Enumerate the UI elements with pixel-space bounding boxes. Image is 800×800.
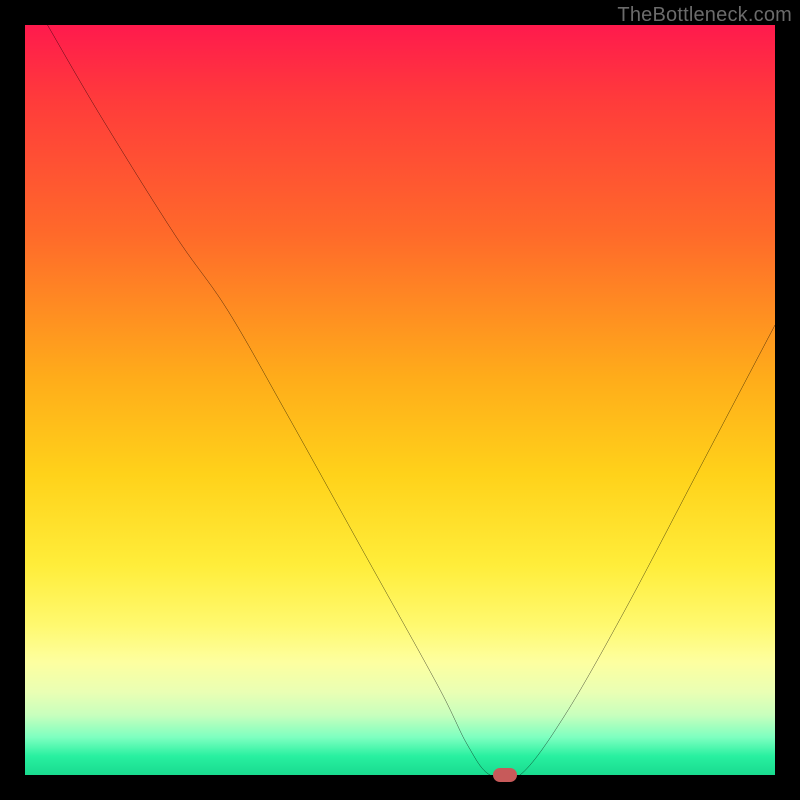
chart-frame: TheBottleneck.com [0,0,800,800]
bottleneck-curve [25,25,775,775]
curve-path [48,25,776,775]
watermark-text: TheBottleneck.com [617,4,792,27]
plot-area [25,25,775,775]
optimal-marker [493,768,517,782]
